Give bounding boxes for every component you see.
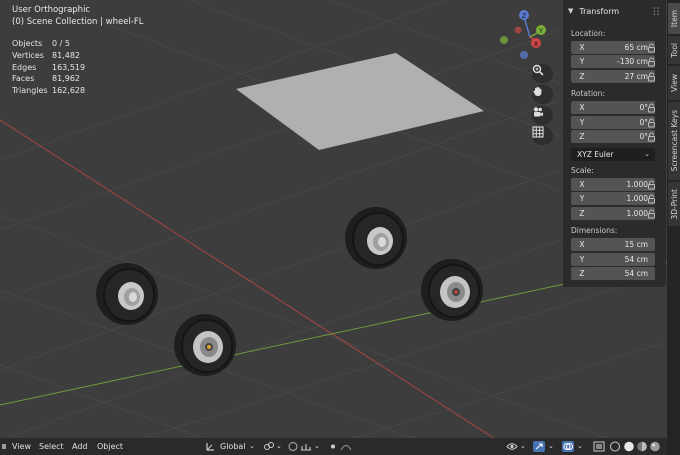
lock-icon[interactable] (647, 180, 657, 190)
tab-3d-print[interactable]: 3D-Print (668, 182, 680, 226)
transform-panel-header[interactable]: ▼ Transform (563, 3, 666, 19)
proportional-edit-icon[interactable] (327, 441, 339, 452)
menu-select[interactable]: Select (39, 442, 64, 451)
gizmo-y-label: Y (538, 27, 543, 35)
visibility-eye-icon[interactable] (506, 441, 518, 452)
lock-icon[interactable] (647, 43, 657, 53)
lock-icon[interactable] (647, 209, 657, 219)
scale-x-field[interactable]: X 1.000 (571, 178, 655, 191)
camera-view-button[interactable] (532, 106, 553, 125)
rotation-mode-value: XYZ Euler (577, 150, 614, 159)
transform-title: Transform (579, 6, 620, 16)
menu-view[interactable]: View (12, 442, 31, 451)
gizmo-z-label: Z (522, 12, 527, 20)
hand-icon (533, 86, 542, 96)
lock-icon[interactable] (647, 57, 657, 67)
chevron-down-icon[interactable]: ⌄ (577, 442, 583, 450)
chevron-down-icon[interactable]: ⌄ (548, 442, 554, 450)
rotation-x-field[interactable]: X 0° (571, 101, 655, 114)
stat-row: Vertices 81,482 (12, 50, 80, 60)
stat-row: Edges 163,519 (12, 62, 86, 72)
rotation-z-field[interactable]: Z 0° (571, 130, 655, 143)
snap-target-icon[interactable] (300, 441, 312, 452)
location-label: Location: (571, 29, 606, 38)
gizmo-toggle-icon[interactable] (533, 441, 545, 452)
wheel-back-left (96, 263, 158, 325)
solid-shading-icon[interactable] (623, 441, 635, 452)
pivot-point-icon[interactable] (263, 441, 275, 452)
camera-icon (533, 107, 543, 117)
location-z-field[interactable]: Z 27 cm (571, 70, 655, 83)
dimensions-z-field[interactable]: Z 54 cm (571, 267, 655, 280)
rotation-y-field[interactable]: Y 0° (571, 116, 655, 129)
chevron-down-icon[interactable]: ⌄ (249, 442, 255, 450)
sidebar-panel: ▼ Transform Location: X 65 cm Y -130 cm Z2… (563, 0, 666, 287)
tab-tool[interactable]: Tool (668, 36, 680, 64)
chevron-down-icon[interactable]: ⌄ (520, 442, 526, 450)
pan-button[interactable] (532, 85, 553, 104)
view-subtitle: (0) Scene Collection | wheel-FL (12, 17, 144, 27)
menu-add[interactable]: Add (72, 442, 88, 451)
gizmo-x-label: X (534, 40, 539, 48)
lock-icon[interactable] (647, 194, 657, 204)
rotation-mode-dropdown[interactable]: XYZ Euler ⌄ (571, 148, 655, 161)
lock-icon[interactable] (647, 72, 657, 82)
lock-icon[interactable] (647, 118, 657, 128)
tab-screencast-keys[interactable]: Screencast Keys (668, 102, 680, 180)
dimensions-y-field[interactable]: Y 54 cm (571, 253, 655, 266)
scene-statistics: Objects 0 / 5 Vertices 81,482 Edges 163,519… (12, 38, 85, 97)
perspective-toggle-button[interactable] (532, 126, 553, 145)
falloff-icon[interactable] (340, 441, 352, 452)
orientation-dropdown[interactable]: Global (220, 442, 246, 451)
plane-object (236, 53, 484, 150)
location-y-field[interactable]: Y -130 cm (571, 55, 655, 68)
snap-icon[interactable] (287, 441, 299, 452)
chevron-down-icon[interactable]: ⌄ (276, 442, 282, 450)
rotation-label: Rotation: (571, 89, 605, 98)
wheel-back-right (345, 207, 407, 269)
grid-icon (532, 126, 544, 138)
sidebar-tabs: Item Tool View Screencast Keys 3D-Print (667, 0, 680, 455)
menu-object[interactable]: Object (97, 442, 123, 451)
lock-icon[interactable] (647, 132, 657, 142)
material-shading-icon[interactable] (636, 441, 648, 452)
zoom-icon (532, 64, 544, 76)
tab-view[interactable]: View (668, 66, 680, 100)
chevron-down-icon: ⌄ (644, 150, 650, 158)
navigation-gizmo: Z Y X (500, 10, 546, 59)
wheel-front-right (421, 259, 483, 321)
xray-icon[interactable] (593, 441, 605, 452)
location-x-field[interactable]: X 65 cm (571, 41, 655, 54)
drag-grip-icon[interactable] (653, 7, 660, 15)
dimensions-label: Dimensions: (571, 226, 618, 235)
scale-label: Scale: (571, 166, 594, 175)
viewport-header-bar: View Select Add Object Global ⌄ ⌄ ⌄ ⌄ ⌄ … (0, 438, 667, 455)
dimensions-x-field[interactable]: X 15 cm (571, 238, 655, 251)
overlays-icon[interactable] (562, 441, 574, 452)
rendered-shading-icon[interactable] (649, 441, 661, 452)
lock-icon[interactable] (647, 103, 657, 113)
wheel-front-left (174, 314, 236, 376)
scale-z-field[interactable]: Z 1.000 (571, 207, 655, 220)
collapse-arrow-icon[interactable]: ▼ (568, 7, 573, 15)
view-title: User Orthographic (12, 5, 91, 15)
zoom-button[interactable] (532, 64, 553, 83)
scale-y-field[interactable]: Y 1.000 (571, 192, 655, 205)
transform-orientation-icon[interactable] (205, 441, 217, 452)
wireframe-shading-icon[interactable] (609, 441, 621, 452)
editor-type-icon[interactable] (2, 441, 7, 452)
tab-item[interactable]: Item (668, 3, 680, 34)
stat-row: Objects 0 / 5 (12, 39, 70, 48)
chevron-down-icon[interactable]: ⌄ (314, 442, 320, 450)
stat-row: Faces 81,962 (12, 74, 80, 84)
stat-row: Triangles 162,628 (12, 86, 86, 96)
